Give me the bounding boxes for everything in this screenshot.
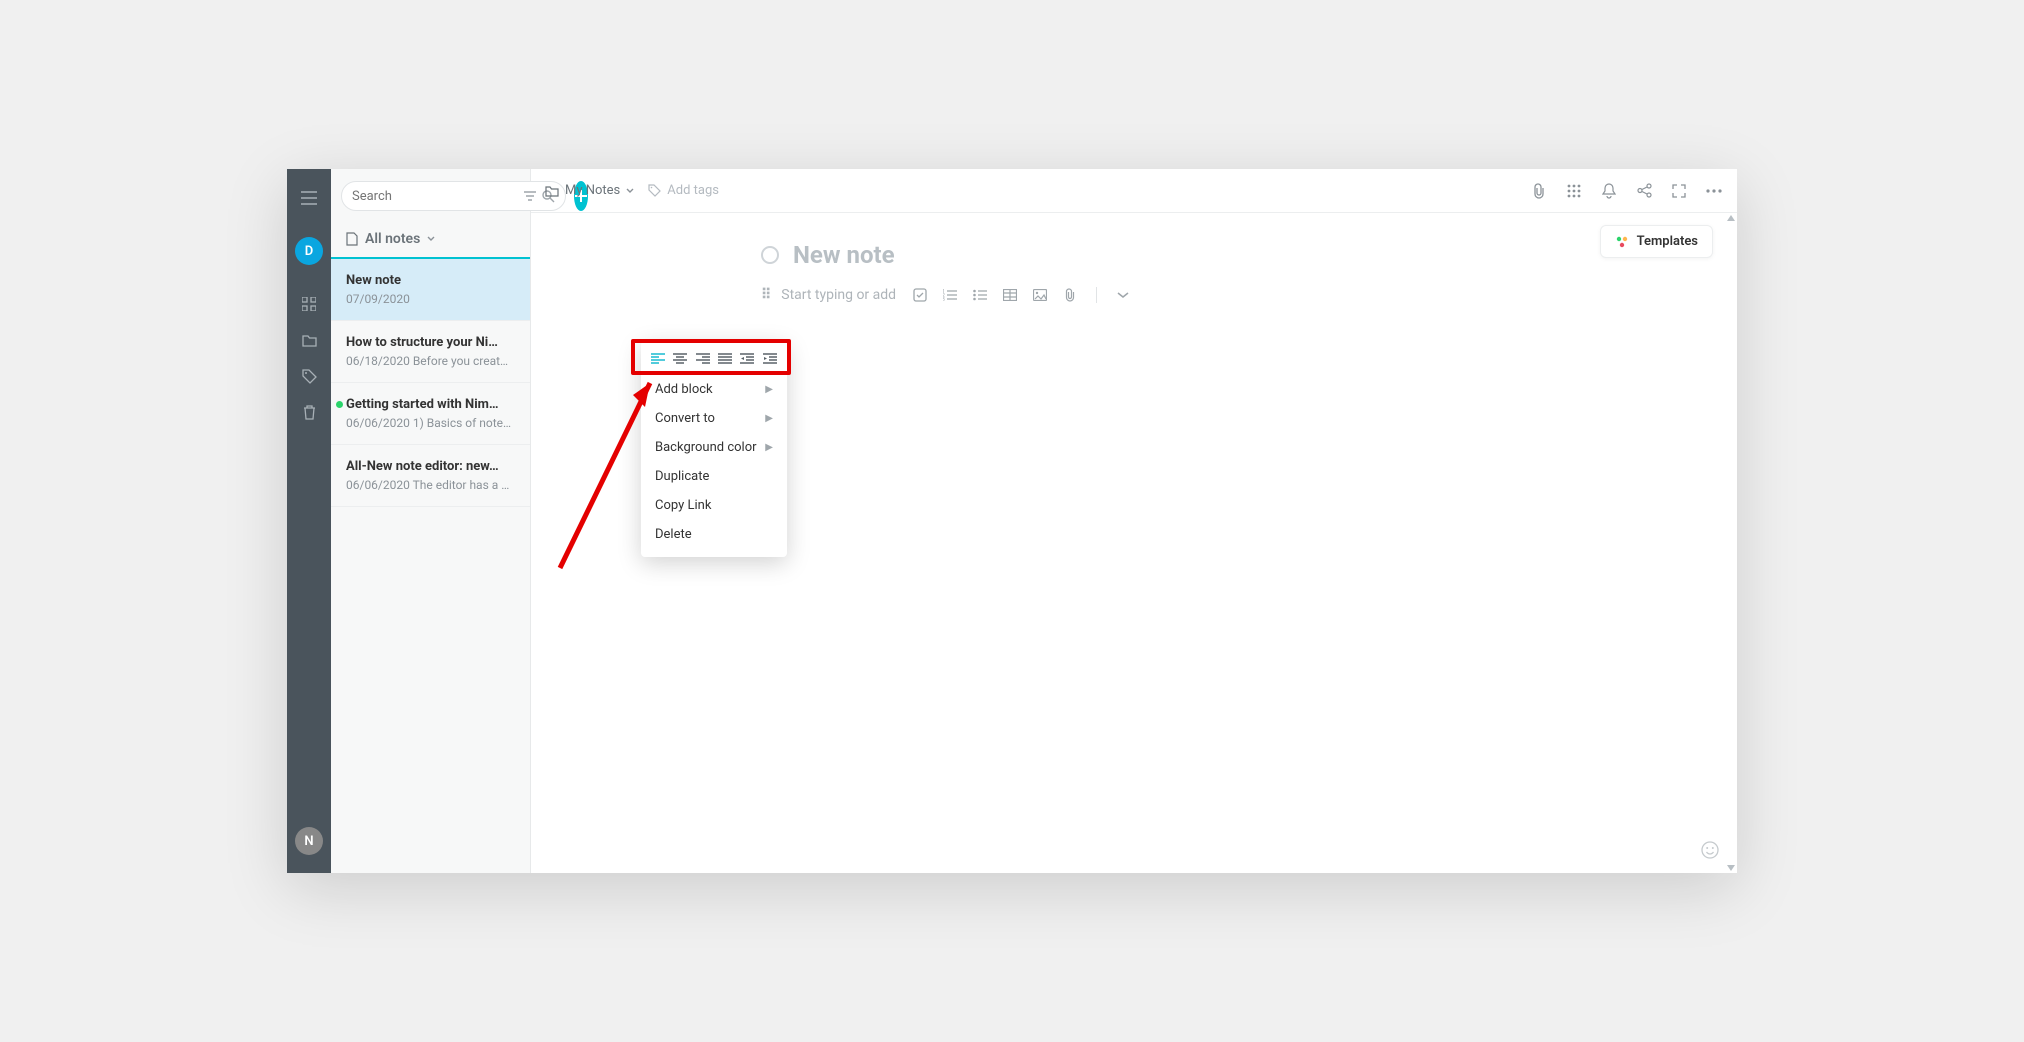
- menu-copy-link[interactable]: Copy Link: [641, 491, 787, 520]
- apps-icon[interactable]: [1565, 182, 1583, 200]
- chevron-down-icon[interactable]: [427, 236, 435, 242]
- menu-label: Background color: [655, 440, 757, 455]
- bell-icon[interactable]: [1600, 182, 1618, 200]
- editor-topbar: My Notes Add tags: [531, 169, 1737, 213]
- main-pane: My Notes Add tags New note: [531, 169, 1737, 873]
- templates-label: Templates: [1637, 234, 1698, 249]
- tool-divider: [1096, 287, 1097, 303]
- menu-label: Delete: [655, 527, 692, 542]
- drag-handle-icon[interactable]: ⠿: [761, 287, 771, 303]
- menu-label: Duplicate: [655, 469, 709, 484]
- more-tools-icon[interactable]: [1115, 287, 1131, 303]
- note-item[interactable]: All-New note editor: new… 06/06/2020 The…: [331, 445, 530, 507]
- align-left-icon[interactable]: [651, 351, 665, 367]
- menu-background-color[interactable]: Background color ▶: [641, 433, 787, 462]
- editor-area: New note ⠿ Start typing or add 123: [531, 213, 1737, 873]
- search-input[interactable]: [352, 189, 518, 204]
- bullet-list-icon[interactable]: [972, 287, 988, 303]
- submenu-arrow-icon: ▶: [765, 413, 773, 424]
- left-rail: D N: [287, 169, 331, 873]
- share-icon[interactable]: [1635, 182, 1653, 200]
- note-item-meta: 07/09/2020: [346, 292, 518, 306]
- note-item[interactable]: Getting started with Nim… 06/06/2020 1) …: [331, 383, 530, 445]
- checkbox-icon[interactable]: [912, 287, 928, 303]
- add-tags-label: Add tags: [667, 183, 719, 198]
- note-item-meta: 06/06/2020 1) Basics of note…: [346, 416, 518, 430]
- note-list-top: [331, 169, 530, 221]
- scroll-down-icon[interactable]: [1727, 865, 1735, 871]
- inline-tools: 123: [912, 287, 1131, 303]
- title-row: New note: [761, 241, 1737, 269]
- note-item-title: Getting started with Nim…: [346, 397, 518, 412]
- svg-text:3: 3: [943, 297, 945, 301]
- folder-name: My Notes: [565, 183, 620, 198]
- folder-breadcrumb[interactable]: My Notes: [545, 183, 634, 198]
- templates-button[interactable]: Templates: [1600, 225, 1713, 258]
- align-right-icon[interactable]: [696, 351, 710, 367]
- note-item[interactable]: How to structure your Ni… 06/18/2020 Bef…: [331, 321, 530, 383]
- note-item-title: New note: [346, 273, 518, 288]
- submenu-arrow-icon: ▶: [765, 442, 773, 453]
- hamburger-icon[interactable]: [300, 189, 318, 207]
- attachment-inline-icon[interactable]: [1062, 287, 1078, 303]
- menu-label: Add block: [655, 382, 713, 397]
- content-placeholder[interactable]: Start typing or add: [781, 287, 896, 303]
- topbar-actions: [1530, 182, 1723, 200]
- align-justify-icon[interactable]: [718, 351, 732, 367]
- note-list-panel: All notes New note 07/09/2020 How to str…: [331, 169, 531, 873]
- note-page-icon: [346, 232, 358, 246]
- note-list-items: New note 07/09/2020 How to structure you…: [331, 259, 530, 507]
- image-icon[interactable]: [1032, 287, 1048, 303]
- align-row: [641, 347, 787, 375]
- note-list-title: All notes: [365, 231, 420, 247]
- folder-icon[interactable]: [300, 331, 318, 349]
- templates-icon: [1615, 235, 1629, 249]
- caret-down-icon: [626, 188, 634, 194]
- ordered-list-icon[interactable]: 123: [942, 287, 958, 303]
- align-center-icon[interactable]: [673, 351, 687, 367]
- note-list-header[interactable]: All notes: [331, 221, 530, 259]
- scroll-up-icon[interactable]: [1727, 215, 1735, 221]
- grid-icon[interactable]: [300, 295, 318, 313]
- more-icon[interactable]: [1705, 182, 1723, 200]
- user-avatar[interactable]: D: [295, 237, 323, 265]
- rail-nav-group: [300, 295, 318, 421]
- status-circle[interactable]: [761, 246, 779, 264]
- indent-decrease-icon[interactable]: [740, 351, 754, 367]
- trash-icon[interactable]: [300, 403, 318, 421]
- menu-label: Copy Link: [655, 498, 711, 513]
- status-dot: [336, 401, 343, 408]
- folder-icon: [545, 185, 559, 197]
- note-item-title: How to structure your Ni…: [346, 335, 518, 350]
- menu-label: Convert to: [655, 411, 715, 426]
- submenu-arrow-icon: ▶: [765, 384, 773, 395]
- menu-add-block[interactable]: Add block ▶: [641, 375, 787, 404]
- note-item-title: All-New note editor: new…: [346, 459, 518, 474]
- menu-convert-to[interactable]: Convert to ▶: [641, 404, 787, 433]
- emoji-icon[interactable]: [1701, 841, 1719, 859]
- note-item[interactable]: New note 07/09/2020: [331, 259, 530, 321]
- add-tags[interactable]: Add tags: [648, 183, 719, 198]
- content-placeholder-row: ⠿ Start typing or add 123: [777, 287, 1737, 303]
- context-menu: Add block ▶ Convert to ▶ Background color ▶…: [641, 341, 787, 557]
- editor-scrollbar[interactable]: [1727, 213, 1737, 873]
- table-icon[interactable]: [1002, 287, 1018, 303]
- attachment-icon[interactable]: [1530, 182, 1548, 200]
- expand-icon[interactable]: [1670, 182, 1688, 200]
- menu-duplicate[interactable]: Duplicate: [641, 462, 787, 491]
- indent-increase-icon[interactable]: [763, 351, 777, 367]
- note-item-meta: 06/18/2020 Before you creat…: [346, 354, 518, 368]
- app-window: D N: [287, 169, 1737, 873]
- note-item-meta: 06/06/2020 The editor has a …: [346, 478, 518, 492]
- workspace-avatar[interactable]: N: [295, 827, 323, 855]
- tag-icon[interactable]: [300, 367, 318, 385]
- note-title[interactable]: New note: [793, 241, 895, 269]
- tag-icon: [648, 184, 661, 197]
- menu-delete[interactable]: Delete: [641, 520, 787, 549]
